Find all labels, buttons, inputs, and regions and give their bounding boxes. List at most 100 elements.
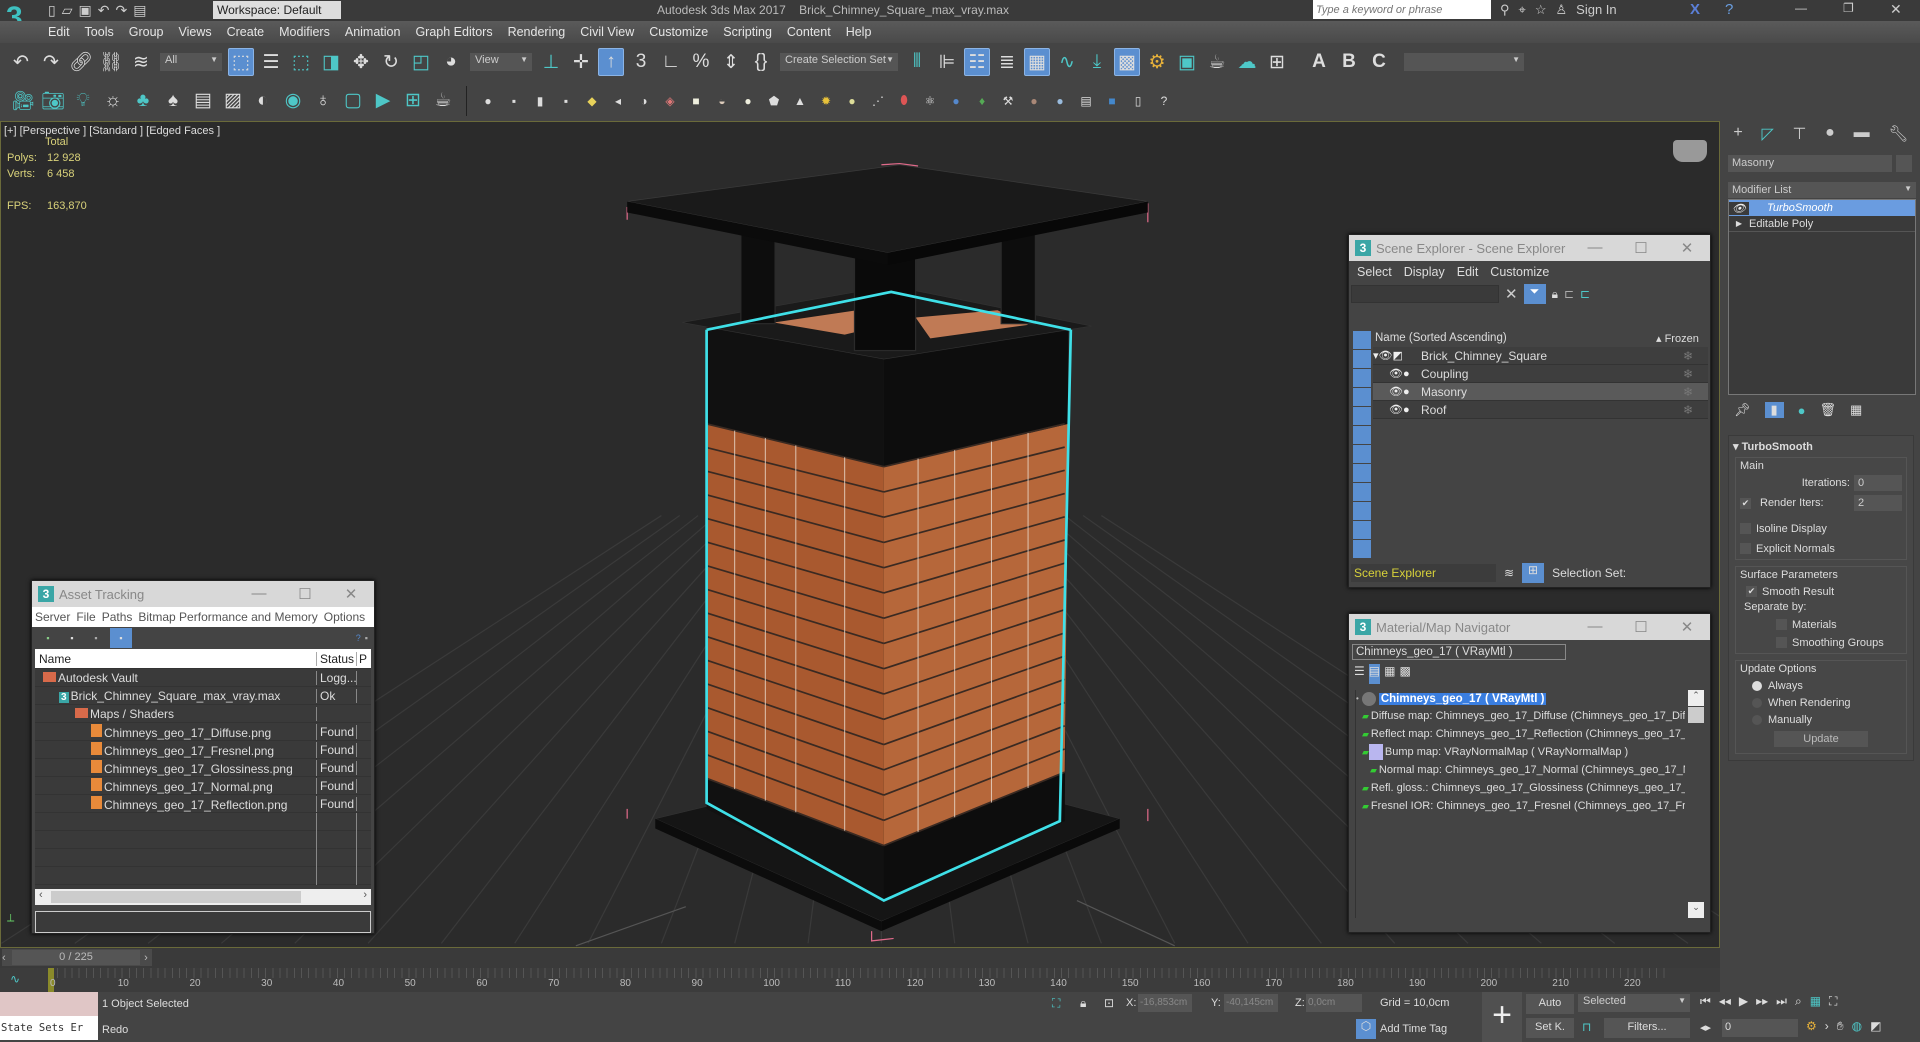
explorer-name-field[interactable]: Scene Explorer [1351, 564, 1496, 582]
globe-icon[interactable]: ● [945, 87, 967, 115]
asset-row[interactable]: Chimneys_geo_17_Diffuse.png Found [35, 723, 371, 741]
map-item[interactable]: ▰ Refl. gloss.: Chimneys_geo_17_Glossines… [1356, 779, 1685, 797]
corona-camera-icon[interactable]: ◂ [607, 87, 629, 115]
star-icon[interactable]: ☆ [1535, 2, 1547, 18]
filter-xref-icon[interactable] [1353, 464, 1371, 482]
restore-button[interactable]: ❐ [1843, 1, 1854, 15]
filter-group-icon[interactable] [1353, 445, 1371, 463]
filter-container-icon[interactable] [1353, 502, 1371, 520]
reference-coord-dropdown[interactable]: View [470, 53, 532, 71]
vray-frame-icon[interactable]: ▢ [340, 87, 366, 115]
time-config-icon[interactable]: ⚙ [1806, 1019, 1817, 1034]
y-coordinate-field[interactable]: -40,145cm [1224, 994, 1278, 1012]
filter-icon[interactable]: ⏷ [1523, 284, 1546, 304]
fov-icon[interactable]: › [1825, 1019, 1829, 1034]
minimize-button[interactable]: — [1572, 618, 1618, 636]
asset-row[interactable]: Chimneys_geo_17_Fresnel.png Found [35, 741, 371, 759]
play-icon[interactable]: ▶ [1739, 994, 1748, 1009]
help-icon[interactable]: ? [356, 633, 361, 643]
asset-menu-item[interactable]: File [76, 610, 95, 624]
update-button[interactable]: Update [1774, 731, 1868, 747]
scale-icon[interactable]: ◰ [408, 48, 434, 76]
angle-snap-icon[interactable]: ∟ [658, 48, 684, 76]
column-header-name[interactable]: Name [35, 651, 317, 666]
visibility-icon[interactable]: 👁︎● [1373, 403, 1421, 416]
percent-snap-icon[interactable]: % [688, 48, 714, 76]
add-time-tag-icon[interactable]: ⬡ [1356, 1019, 1376, 1039]
map-item[interactable]: ▰ Normal map: Chimneys_geo_17_Normal (Chi… [1356, 761, 1685, 779]
info-icon[interactable]: ▯ [1127, 87, 1149, 115]
bind-spacewarp-icon[interactable]: ≋ [128, 48, 154, 76]
maxscript-input[interactable]: State Sets Er [0, 1016, 98, 1040]
scene-menu-item[interactable]: Display [1404, 265, 1445, 279]
undo-icon[interactable]: ↶ [98, 2, 110, 19]
filter-hidden-icon[interactable] [1353, 540, 1371, 558]
column-header-name[interactable]: Name (Sorted Ascending) [1373, 332, 1656, 344]
scene-menu-item[interactable]: Customize [1490, 265, 1549, 279]
modifier-list-dropdown[interactable]: Modifier List [1728, 182, 1916, 198]
satellite-icon[interactable]: ⌖ [1519, 2, 1526, 18]
map-item[interactable]: ▰ Bump map: VRayNormalMap ( VRayNormalMap… [1356, 743, 1685, 761]
filters-button[interactable]: Filters... [1604, 1018, 1690, 1038]
corona-light-icon[interactable]: ◆ [581, 87, 603, 115]
corona-sun-icon[interactable]: ◑ [633, 87, 655, 115]
select-by-name-icon[interactable]: ☰ [258, 48, 284, 76]
filter-helper-icon[interactable] [1353, 407, 1371, 425]
unlink-icon[interactable]: ⛓︎ [98, 48, 124, 76]
material-root[interactable]: • Chimneys_geo_17 ( VRayMtl ) [1356, 690, 1685, 707]
filter-camera-icon[interactable] [1353, 388, 1371, 406]
menu-edit[interactable]: Edit [48, 25, 70, 39]
filter-bone-icon[interactable] [1353, 483, 1371, 501]
menu-graph-editors[interactable]: Graph Editors [415, 25, 492, 39]
filter-shapes-icon[interactable] [1353, 350, 1371, 368]
asset-menu-item[interactable]: Bitmap Performance and Memory [138, 610, 317, 624]
rollout-header[interactable]: ▾ TurboSmooth [1729, 436, 1913, 457]
auto-key-button[interactable]: Auto [1526, 994, 1574, 1014]
autodesk-exchange-icon[interactable]: X [1690, 1, 1700, 18]
hierarchy-icon[interactable]: ⊏ [1564, 287, 1574, 301]
rect-selection-icon[interactable]: ⬚ [288, 48, 314, 76]
maximize-viewport-icon[interactable]: ◩ [1870, 1019, 1881, 1034]
vault-icon[interactable]: ▪ [38, 633, 58, 643]
atom-icon[interactable]: ⚛ [919, 87, 941, 115]
scene-menu-item[interactable]: Edit [1457, 265, 1479, 279]
file-icon[interactable]: ▪ [62, 633, 82, 643]
binoculars-icon[interactable]: ⚲ [1500, 2, 1510, 18]
motion-tab-icon[interactable]: ● [1825, 124, 1835, 142]
new-file-icon[interactable]: ▯ [48, 2, 56, 19]
material-ball-icon[interactable]: ● [1049, 87, 1071, 115]
dope-sheet-icon[interactable]: ⤓ [1084, 48, 1110, 76]
dome-icon[interactable]: ◒ [711, 87, 733, 115]
hierarchy-tab-icon[interactable]: ⊤ [1792, 124, 1806, 143]
corona-settings-icon[interactable]: ▪ [503, 87, 525, 115]
key-mode-toggle-icon[interactable]: ◂▸ [1700, 1021, 1711, 1034]
explicit-normals-checkbox[interactable] [1740, 543, 1751, 555]
asset-menu-item[interactable]: Server [35, 610, 70, 624]
current-material-field[interactable]: Chimneys_geo_17 ( VRayMtl ) [1352, 644, 1566, 660]
vray-sun-icon[interactable]: ☼ [100, 87, 126, 115]
expand-visibility-icon[interactable]: ▾👁︎◩ [1373, 349, 1421, 362]
view-small-icons-icon[interactable]: ▦ [1384, 664, 1395, 684]
curve-editor-icon[interactable]: ∿ [1054, 48, 1080, 76]
open-file-icon[interactable]: ▱ [62, 2, 73, 19]
keyboard-shortcut-override-icon[interactable]: ↑ [598, 48, 624, 76]
zoom-all-icon[interactable]: ▦ [1810, 994, 1821, 1009]
filter-frozen-icon[interactable] [1353, 521, 1371, 539]
mirror-icon[interactable]: ⫴ [904, 48, 930, 76]
vray-c-icon[interactable]: C [1366, 48, 1392, 76]
leaf-icon[interactable]: ♦ [971, 87, 993, 115]
vray-render-icon[interactable]: ▶ [370, 87, 396, 115]
help-icon[interactable]: ? [1725, 1, 1733, 18]
vray-grid-icon[interactable]: ⊞ [400, 87, 426, 115]
modify-tab-icon[interactable]: ◸ [1761, 124, 1773, 143]
tree-row[interactable]: 👁︎● Masonry ❄ [1373, 383, 1708, 401]
render-in-cloud-icon[interactable]: ☁ [1234, 48, 1260, 76]
snaps-toggle-icon[interactable]: 3 [628, 48, 654, 76]
menu-help[interactable]: Help [846, 25, 872, 39]
vray-b-icon[interactable]: B [1336, 48, 1362, 76]
selection-filter-dropdown[interactable]: All [160, 53, 222, 71]
scene-search-input[interactable] [1351, 285, 1499, 303]
maximize-button[interactable]: ☐ [1618, 239, 1664, 257]
map-item[interactable]: ▰ Fresnel IOR: Chimneys_geo_17_Fresnel (C… [1356, 797, 1685, 815]
stack-item-turbosmooth[interactable]: 👁︎ TurboSmooth [1729, 200, 1915, 216]
